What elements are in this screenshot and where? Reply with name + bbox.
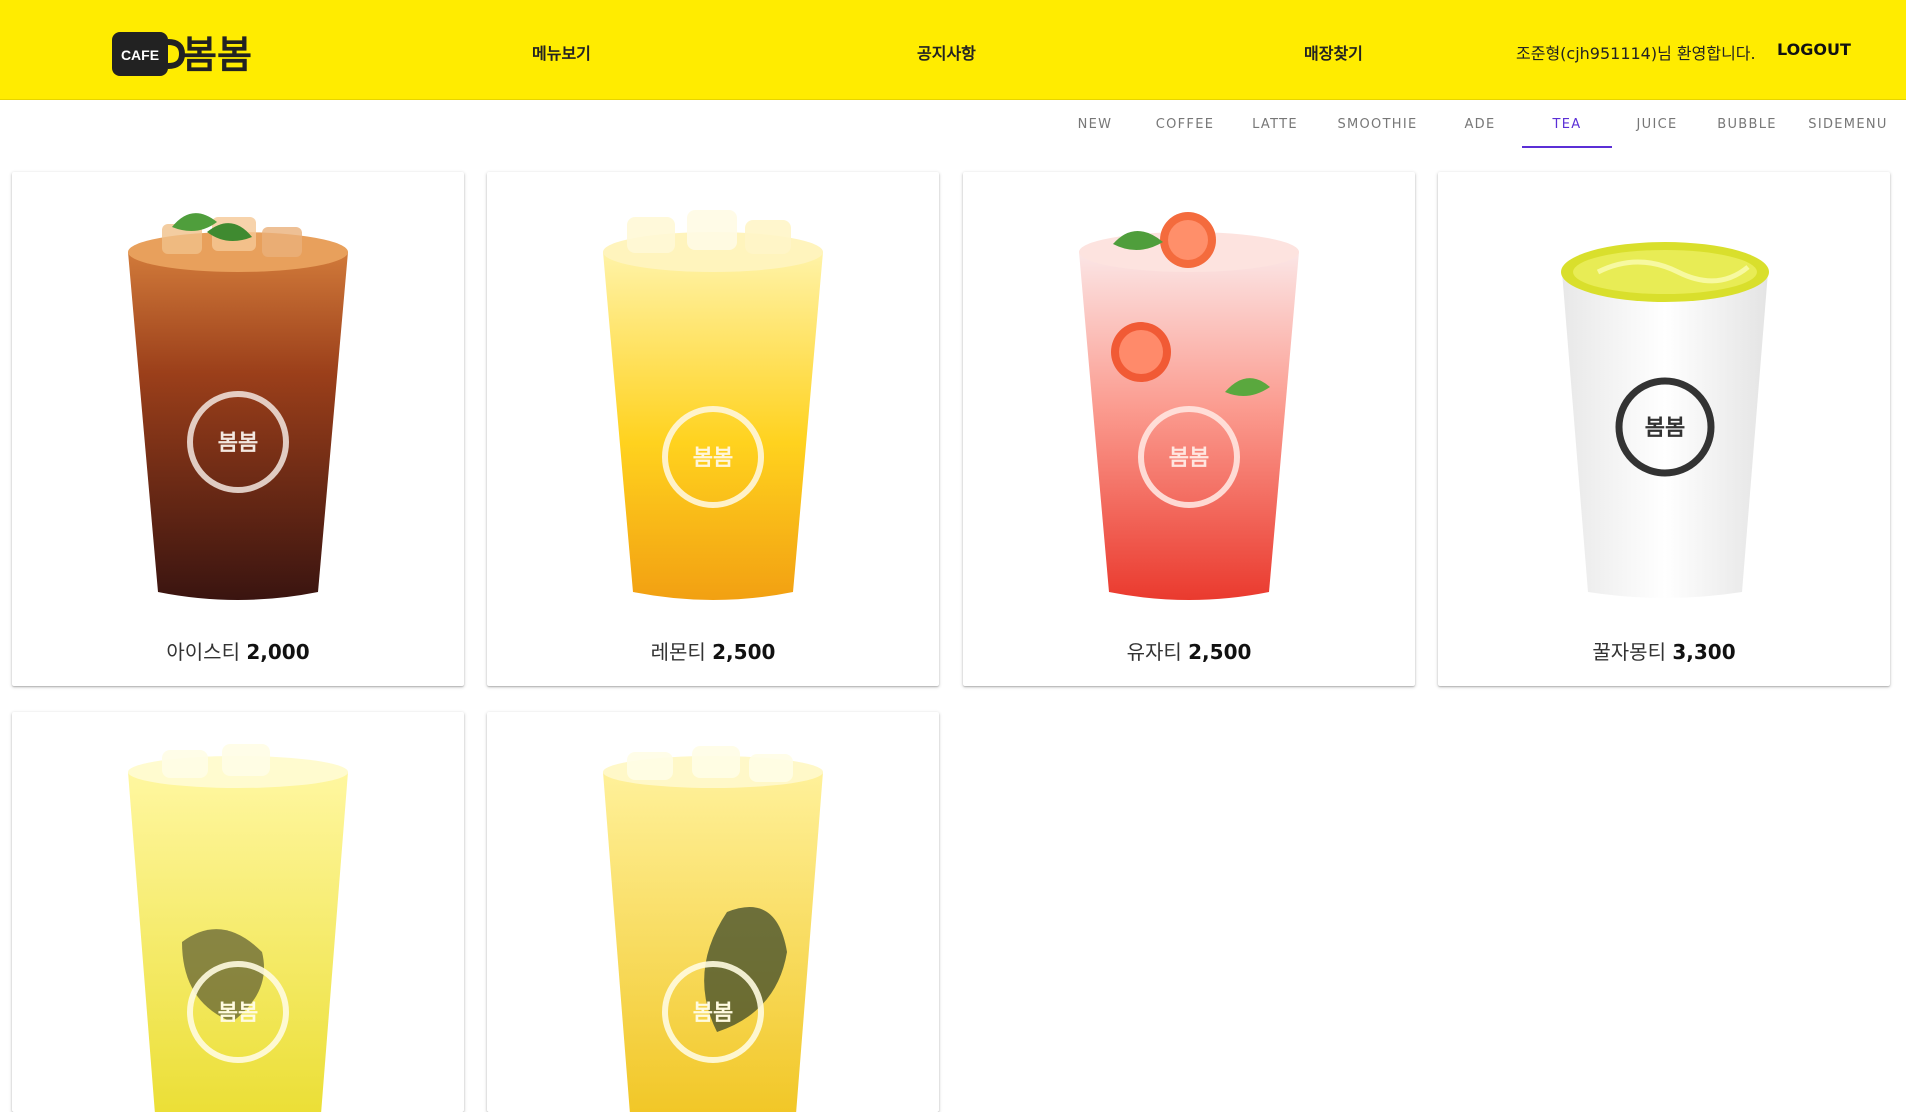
product-caption: 꿀자몽티 3,300 — [1438, 636, 1890, 665]
yuja-tea-image: 봄봄 — [1079, 212, 1299, 600]
tab-smoothie[interactable]: SMOOTHIE — [1320, 100, 1435, 146]
product-price: 2,000 — [246, 640, 310, 664]
iced-tea-image: 봄봄 — [128, 213, 348, 600]
category-tabs: NEW COFFEE LATTE SMOOTHIE ADE TEA JUICE … — [1050, 100, 1906, 148]
logout-button[interactable]: LOGOUT — [1777, 40, 1851, 59]
product-price: 2,500 — [1188, 640, 1252, 664]
nav-store-finder[interactable]: 매장찾기 — [1304, 40, 1363, 64]
tab-new[interactable]: NEW — [1050, 100, 1140, 146]
logo-brand-text: 봄봄 — [182, 33, 252, 77]
product-card[interactable]: 봄봄 아이스티 2,000 — [12, 172, 464, 686]
tab-juice[interactable]: JUICE — [1612, 100, 1702, 146]
honey-grapefruit-tea-image: 봄봄 — [1561, 242, 1769, 598]
product-card[interactable]: 봄봄 레몬티 2,500 — [487, 172, 939, 686]
product-name: 꿀자몽티 — [1592, 640, 1666, 664]
product-name: 아이스티 — [166, 640, 240, 664]
lemon-tea-image: 봄봄 — [603, 210, 823, 600]
svg-text:봄봄: 봄봄 — [1645, 416, 1685, 441]
tab-bubble[interactable]: BUBBLE — [1702, 100, 1792, 146]
product-price: 2,500 — [712, 640, 776, 664]
svg-text:봄봄: 봄봄 — [218, 1001, 258, 1026]
nav-notice[interactable]: 공지사항 — [917, 40, 976, 64]
product-card[interactable]: 봄봄 유자티 2,500 — [963, 172, 1415, 686]
welcome-message: 조준형(cjh951114)님 환영합니다. — [1516, 44, 1756, 63]
tab-coffee[interactable]: COFFEE — [1140, 100, 1230, 146]
svg-text:봄봄: 봄봄 — [693, 446, 733, 471]
citron-tea-image: 봄봄 — [128, 744, 348, 1112]
tab-tea[interactable]: TEA — [1522, 100, 1612, 148]
svg-text:봄봄: 봄봄 — [218, 431, 258, 456]
product-name: 유자티 — [1126, 640, 1182, 664]
product-card[interactable]: 봄봄 — [487, 712, 939, 1112]
svg-text:봄봄: 봄봄 — [1169, 446, 1209, 471]
citron-tea-image-2: 봄봄 — [603, 746, 823, 1112]
product-card[interactable]: 봄봄 꿀자몽티 3,300 — [1438, 172, 1890, 686]
tab-latte[interactable]: LATTE — [1230, 100, 1320, 146]
logo-cafe-text: CAFE — [121, 47, 159, 63]
product-name: 레몬티 — [650, 640, 706, 664]
top-header: CAFE 봄봄 메뉴보기 공지사항 매장찾기 조준형(cjh951114)님 환… — [0, 0, 1906, 100]
tab-sidemenu[interactable]: SIDEMENU — [1792, 100, 1904, 146]
product-caption: 레몬티 2,500 — [487, 636, 939, 665]
nav-menu[interactable]: 메뉴보기 — [532, 40, 591, 64]
tab-ade[interactable]: ADE — [1435, 100, 1525, 146]
product-price: 3,300 — [1672, 640, 1736, 664]
product-card[interactable]: 봄봄 — [12, 712, 464, 1112]
product-caption: 아이스티 2,000 — [12, 636, 464, 665]
cafe-bombom-logo[interactable]: CAFE 봄봄 — [112, 24, 252, 78]
svg-text:봄봄: 봄봄 — [693, 1001, 733, 1026]
product-caption: 유자티 2,500 — [963, 636, 1415, 665]
